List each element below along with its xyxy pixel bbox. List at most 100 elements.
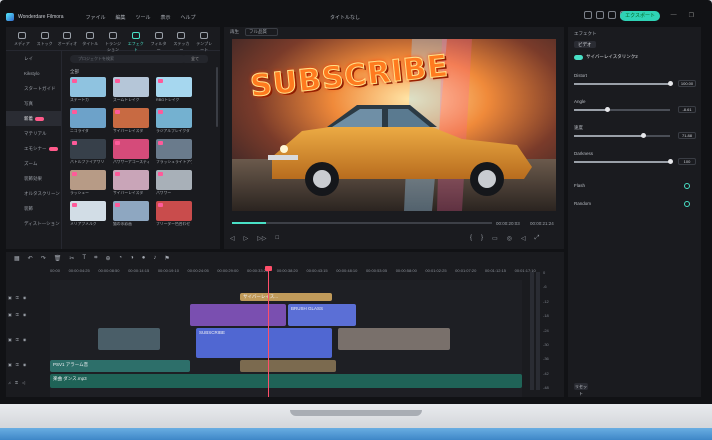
marker-icon[interactable]: ⚑ xyxy=(164,255,169,262)
parameter-slider[interactable] xyxy=(574,159,673,164)
menu-file[interactable]: ファイル xyxy=(85,14,105,21)
undo-icon[interactable]: ↶ xyxy=(28,255,33,262)
lock-icon[interactable]: ⚿ xyxy=(16,312,19,317)
mark-in-icon[interactable]: { xyxy=(470,235,472,242)
audio-clip[interactable]: PSV1 アラーム音 xyxy=(50,360,190,372)
sidebar-item[interactable]: エモシナー xyxy=(6,141,61,156)
lock-icon[interactable]: ⚿ xyxy=(16,362,19,367)
random-toggle[interactable] xyxy=(684,201,690,207)
speaker-icon[interactable]: ◁ xyxy=(22,380,25,385)
effect-thumbnail[interactable]: フラッシュライトアウト xyxy=(156,139,192,167)
tab-media[interactable]: メディア xyxy=(12,30,32,47)
eye-icon[interactable]: ◉ xyxy=(23,312,27,317)
tab-effects[interactable]: エフェクト xyxy=(126,30,146,52)
properties-tab[interactable]: エフェクト xyxy=(574,31,597,37)
zoom-icon[interactable]: ⊕ xyxy=(105,255,110,262)
menu-help[interactable]: ヘルプ xyxy=(181,14,196,21)
quality-dropdown[interactable]: フル品質 xyxy=(245,28,278,36)
flash-toggle[interactable] xyxy=(684,183,690,189)
save-icon[interactable] xyxy=(608,11,616,19)
subscribe-clip[interactable]: SUBSCRIBE xyxy=(196,328,332,358)
time-ruler[interactable]: 00:00 00:00:04:25 00:00:08:50 00:00:14:15 00… xyxy=(50,268,536,277)
brush-glass-clip[interactable]: BRUSH GLASS xyxy=(288,304,356,326)
next-frame-icon[interactable]: ▷▷ xyxy=(257,235,266,242)
music-clip[interactable]: 楽曲 ダンス.mp3 xyxy=(50,374,522,388)
menu-tools[interactable]: ツール xyxy=(136,14,151,21)
prev-frame-icon[interactable]: ◁ xyxy=(230,235,235,242)
export-button[interactable]: エクスポート xyxy=(620,11,660,21)
menu-edit[interactable]: 編集 xyxy=(116,14,126,21)
video-chip[interactable]: ビデオ xyxy=(574,41,596,48)
sidebar-item[interactable]: スタートガイド xyxy=(6,81,61,96)
video-clip[interactable] xyxy=(98,328,160,350)
sidebar-item-new[interactable]: 新着 xyxy=(6,111,61,126)
effect-thumbnail[interactable]: ラジアルブレイクタ xyxy=(156,108,192,136)
effect-thumbnail[interactable]: フリーダー色合わせ xyxy=(156,201,192,229)
video-clip[interactable] xyxy=(190,304,286,326)
sidebar-item[interactable]: マテリアル xyxy=(6,126,61,141)
layout-icon[interactable]: ▦ xyxy=(14,255,20,262)
volume-icon[interactable]: ◁ xyxy=(521,235,526,242)
speed-icon[interactable]: ◔ xyxy=(118,255,122,261)
sidebar-item[interactable]: レイ xyxy=(6,51,61,66)
audio-icon[interactable]: ♪ xyxy=(153,255,156,261)
effect-thumbnail[interactable]: パワワー xyxy=(156,170,192,198)
sidebar-item[interactable]: ズーム xyxy=(6,156,61,171)
slider-knob[interactable] xyxy=(667,159,673,164)
tab-titles[interactable]: タイトル xyxy=(80,30,100,47)
tab-filters[interactable]: フィルター xyxy=(149,30,169,52)
lock-icon[interactable]: ⚿ xyxy=(16,295,19,300)
effect-clip[interactable]: サイバーレイス... xyxy=(240,293,332,301)
slider-knob[interactable] xyxy=(605,107,611,112)
crop-icon[interactable]: ⌗ xyxy=(94,255,97,262)
parameter-value[interactable]: 100.00 xyxy=(678,80,696,87)
parameter-slider[interactable] xyxy=(574,107,670,112)
play-icon[interactable]: ▷ xyxy=(244,235,249,242)
mark-out-icon[interactable]: } xyxy=(481,235,483,242)
parameter-value[interactable]: 100 xyxy=(678,158,696,165)
reset-button[interactable]: リセット xyxy=(574,383,588,396)
redo-icon[interactable]: ↷ xyxy=(41,255,46,262)
sidebar-item[interactable]: Kikstylo xyxy=(6,66,61,81)
search-input[interactable]: プロジェクトを検索 xyxy=(70,55,186,63)
tab-stickers[interactable]: ステッカー xyxy=(171,30,191,52)
display-icon[interactable]: ▭ xyxy=(492,235,498,242)
effect-thumbnail[interactable]: メリアプメルク xyxy=(70,201,106,229)
effect-thumbnail[interactable]: RBGトレイク xyxy=(156,77,192,105)
account-icon[interactable] xyxy=(584,11,592,19)
parameter-slider[interactable] xyxy=(574,81,673,86)
progress-bar[interactable] xyxy=(232,222,492,224)
eye-icon[interactable]: ◉ xyxy=(23,337,27,342)
sidebar-item[interactable]: 写真 xyxy=(6,96,61,111)
menu-view[interactable]: 表示 xyxy=(161,14,171,21)
effect-thumbnail[interactable]: ズームトレイク xyxy=(113,77,149,105)
effect-thumbnail[interactable]: 猫の水彩画 xyxy=(113,201,149,229)
text-tool-icon[interactable]: T xyxy=(82,255,86,261)
record-icon[interactable]: ● xyxy=(142,255,146,261)
effect-thumbnail[interactable]: パトルファイアワリ xyxy=(70,139,106,167)
slider-knob[interactable] xyxy=(667,81,673,86)
tab-audio[interactable]: オーディオ xyxy=(58,30,78,47)
sidebar-item[interactable]: オルタスクリーン xyxy=(6,186,61,201)
sidebar-item[interactable]: ディスト―ション xyxy=(6,216,61,231)
tab-templates[interactable]: テンプレート xyxy=(194,30,214,52)
filter-dropdown[interactable]: 全て xyxy=(182,55,208,63)
parameter-value[interactable]: -8.61 xyxy=(678,106,696,113)
maximize-icon[interactable]: ❐ xyxy=(689,12,694,19)
minimize-icon[interactable]: — xyxy=(671,12,677,19)
fullscreen-icon[interactable]: ⤢ xyxy=(535,235,540,242)
lock-icon[interactable]: ⚿ xyxy=(15,380,18,385)
slider-knob[interactable] xyxy=(640,133,646,138)
effect-thumbnail[interactable]: サイバーレイスタ xyxy=(113,108,149,136)
sidebar-item[interactable]: 装飾 xyxy=(6,201,61,216)
eye-icon[interactable]: ◉ xyxy=(23,362,27,367)
effect-thumbnail[interactable]: ニコライダ xyxy=(70,108,106,136)
color-icon[interactable]: ◑ xyxy=(130,255,134,261)
sidebar-item[interactable]: 装飾効果 xyxy=(6,171,61,186)
stop-icon[interactable]: □ xyxy=(275,235,279,242)
effect-thumbnail[interactable]: ステートカ xyxy=(70,77,106,105)
audio-clip[interactable] xyxy=(240,360,336,372)
effect-toggle[interactable] xyxy=(574,54,583,60)
lock-icon[interactable]: ⚿ xyxy=(16,337,19,342)
parameter-slider[interactable] xyxy=(574,133,670,138)
